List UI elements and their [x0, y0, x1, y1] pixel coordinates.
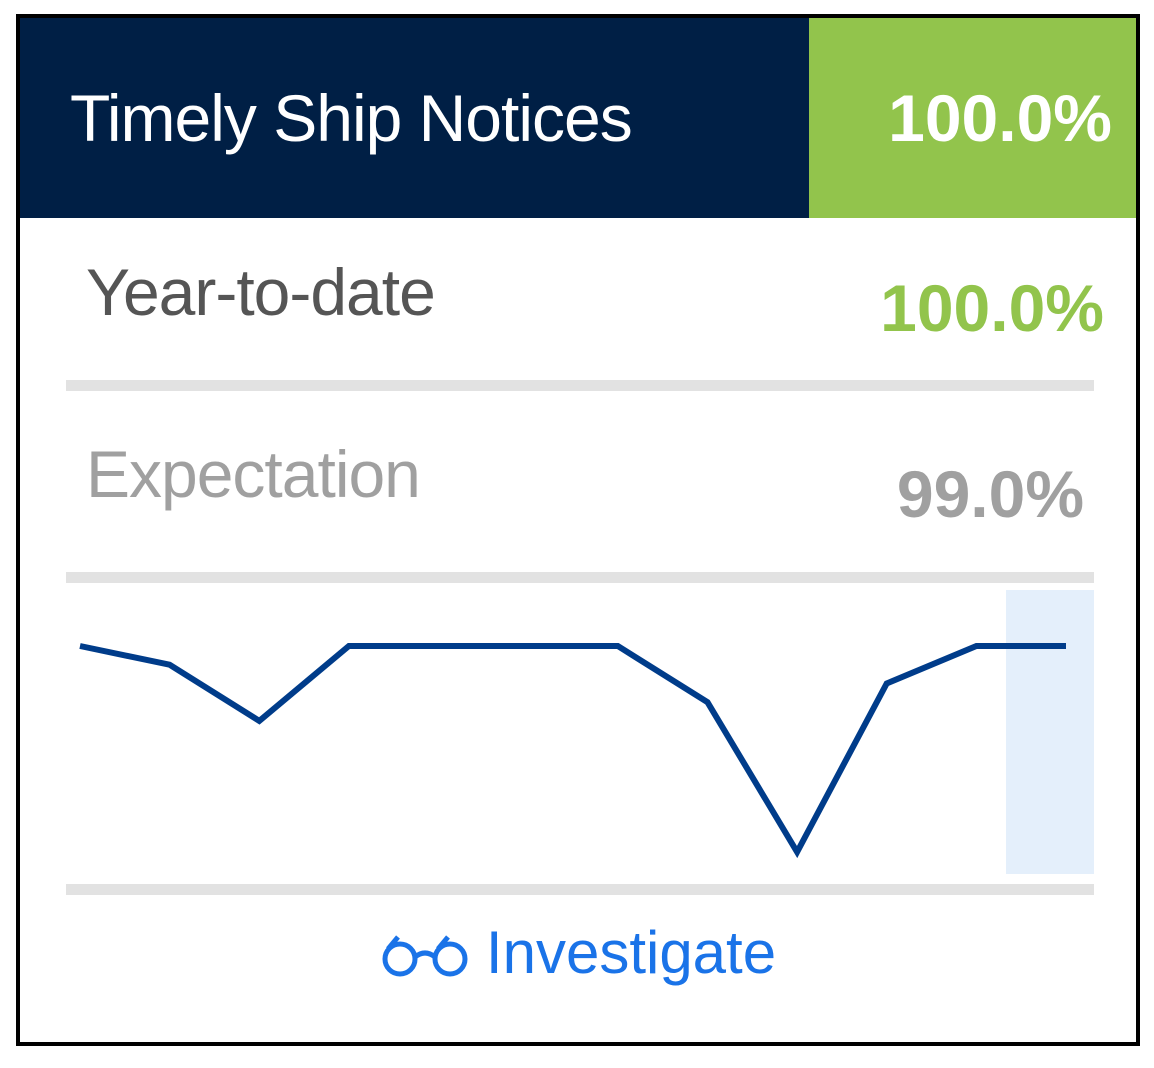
current-value: 100.0% [888, 81, 1112, 155]
metric-title: Timely Ship Notices [70, 81, 633, 155]
investigate-link[interactable]: Investigate [20, 918, 1136, 998]
divider [66, 572, 1094, 583]
expectation-label: Expectation [86, 437, 421, 511]
divider [66, 380, 1094, 391]
ytd-value: 100.0% [880, 271, 1104, 345]
header-title-cell: Timely Ship Notices [20, 18, 809, 218]
investigate-label: Investigate [485, 919, 777, 986]
metric-card: Timely Ship Notices 100.0% Year-to-date … [16, 14, 1140, 1046]
glasses-icon [382, 935, 468, 977]
trend-chart [79, 590, 1094, 874]
expectation-value: 99.0% [896, 457, 1084, 531]
trend-line [79, 643, 1066, 859]
current-period-highlight [1006, 590, 1094, 874]
divider [66, 884, 1094, 895]
header-value-cell: 100.0% [809, 18, 1136, 218]
ytd-label: Year-to-date [86, 255, 436, 329]
card-header: Timely Ship Notices 100.0% [20, 18, 1136, 218]
